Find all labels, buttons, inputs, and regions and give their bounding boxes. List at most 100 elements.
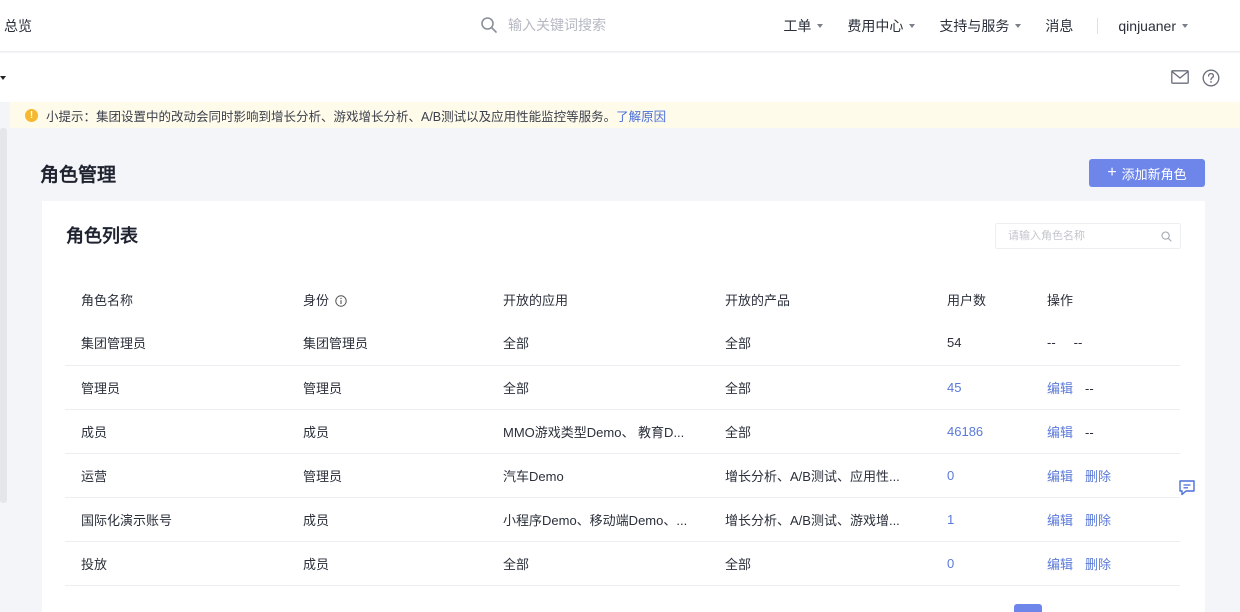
chevron-down-icon: [1182, 24, 1188, 28]
cell-apps: 汽车Demo: [487, 453, 709, 498]
cell-users: 46186: [931, 409, 1031, 454]
table-row: 集团管理员 集团管理员 全部 全部 54 -- --: [65, 321, 1180, 366]
learn-why-link[interactable]: 了解原因: [616, 106, 666, 125]
notice-text: 小提示：集团设置中的改动会同时影响到增长分析、游戏增长分析、A/B测试以及应用性…: [46, 109, 617, 124]
cell-actions: 编辑 删除: [1031, 497, 1180, 542]
user-count-link[interactable]: 0: [947, 556, 954, 571]
cell-apps: 小程序Demo、移动端Demo、...: [487, 497, 709, 542]
user-name: qinjuaner: [1118, 18, 1176, 34]
add-role-button[interactable]: + 添加新角色: [1089, 159, 1205, 187]
action-placeholder: --: [1085, 380, 1094, 396]
mail-icon[interactable]: [1171, 70, 1189, 84]
help-icon[interactable]: [1202, 69, 1220, 87]
role-search-input[interactable]: [1008, 230, 1161, 242]
chevron-down-icon: [909, 24, 916, 28]
user-menu[interactable]: qinjuaner: [1118, 18, 1188, 34]
feedback-icon[interactable]: [1176, 477, 1198, 499]
cell-role-name: 集团管理员: [65, 321, 287, 366]
search-icon[interactable]: [1161, 230, 1172, 242]
nav-messages-label: 消息: [1045, 18, 1074, 34]
chevron-down-icon: [817, 24, 824, 28]
nav-ticket[interactable]: 工单: [783, 16, 824, 36]
search-icon: [481, 17, 497, 33]
cell-actions: 编辑 --: [1031, 409, 1180, 454]
sub-bar: [0, 53, 1240, 102]
header-apps: 开放的应用: [503, 292, 569, 308]
nav-billing-label: 费用中心: [847, 18, 904, 34]
user-count-link[interactable]: 1: [947, 512, 954, 527]
cell-products: 全部: [709, 365, 931, 410]
pagination-current-page[interactable]: [1014, 604, 1042, 612]
user-count-link[interactable]: 0: [947, 468, 954, 483]
user-count-link[interactable]: 45: [947, 380, 961, 395]
header-identity-label: 身份: [303, 292, 330, 308]
cell-identity: 成员: [287, 409, 487, 454]
cell-role-name: 国际化演示账号: [65, 497, 287, 542]
header-identity: 身份: [287, 277, 487, 321]
action-placeholder: --: [1047, 335, 1056, 351]
delete-link[interactable]: 删除: [1085, 469, 1111, 484]
cell-identity: 成员: [287, 541, 487, 586]
cell-products: 全部: [709, 541, 931, 586]
role-table: 角色名称 身份 开放的应用 开放的产品 用户数 操作 集团管理员 集团管理员 全…: [65, 277, 1180, 586]
edit-link[interactable]: 编辑: [1047, 381, 1073, 396]
cell-users: 1: [931, 497, 1031, 542]
action-placeholder: --: [1085, 424, 1094, 440]
header-users: 用户数: [947, 292, 987, 308]
edit-link[interactable]: 编辑: [1047, 557, 1073, 572]
table-row: 成员 成员 MMO游戏类型Demo、 教育D... 全部 46186 编辑 --: [65, 409, 1180, 454]
info-icon[interactable]: [335, 294, 347, 307]
cell-actions: 编辑 --: [1031, 365, 1180, 410]
delete-link[interactable]: 删除: [1085, 513, 1111, 528]
cell-products: 全部: [709, 321, 931, 366]
cell-role-name: 投放: [65, 541, 287, 586]
action-placeholder: --: [1073, 335, 1083, 351]
plus-icon: +: [1107, 164, 1117, 181]
edit-link[interactable]: 编辑: [1047, 513, 1073, 528]
chevron-down-icon: [1015, 24, 1022, 28]
overview-title[interactable]: 总览: [4, 16, 32, 36]
cell-users: 0: [931, 541, 1031, 586]
cell-actions: -- --: [1031, 321, 1180, 366]
cell-apps: MMO游戏类型Demo、 教育D...: [487, 409, 709, 454]
card-title: 角色列表: [66, 226, 138, 246]
notice-banner: ! 小提示：集团设置中的改动会同时影响到增长分析、游戏增长分析、A/B测试以及应…: [10, 102, 1240, 128]
page-title: 角色管理: [40, 165, 117, 186]
nav-support-label: 支持与服务: [939, 18, 1010, 34]
table-row: 运营 管理员 汽车Demo 增长分析、A/B测试、应用性... 0 编辑 删除: [65, 453, 1180, 498]
nav-ticket-label: 工单: [783, 18, 812, 34]
top-nav: 工单 费用中心 支持与服务 消息 qinjuaner: [783, 16, 1240, 36]
table-row: 国际化演示账号 成员 小程序Demo、移动端Demo、... 增长分析、A/B测…: [65, 497, 1180, 542]
nav-messages[interactable]: 消息: [1045, 16, 1073, 36]
scrollbar[interactable]: [0, 128, 7, 503]
role-list-card: 角色列表 角色名称 身份 开放的应用 开放的产品 用户数 操作 集团管理员 集团…: [42, 201, 1205, 612]
cell-identity: 管理员: [287, 365, 487, 410]
header-products: 开放的产品: [725, 292, 791, 308]
edit-link[interactable]: 编辑: [1047, 425, 1073, 440]
global-search[interactable]: [480, 14, 708, 36]
header-role-name: 角色名称: [81, 292, 134, 308]
role-search[interactable]: [995, 223, 1181, 249]
add-role-button-label: 添加新角色: [1121, 166, 1187, 182]
user-count-link[interactable]: 46186: [947, 424, 983, 439]
cell-actions: 编辑 删除: [1031, 453, 1180, 498]
caret-down-icon[interactable]: [0, 76, 6, 80]
cell-identity: 集团管理员: [287, 321, 487, 366]
global-search-input[interactable]: [508, 17, 708, 33]
nav-divider: [1097, 18, 1099, 34]
edit-link[interactable]: 编辑: [1047, 469, 1073, 484]
cell-role-name: 运营: [65, 453, 287, 498]
cell-identity: 成员: [287, 497, 487, 542]
cell-users: 45: [931, 365, 1031, 410]
delete-link[interactable]: 删除: [1085, 557, 1111, 572]
table-row: 投放 成员 全部 全部 0 编辑 删除: [65, 541, 1180, 586]
cell-users: 54: [931, 321, 1031, 366]
cell-identity: 管理员: [287, 453, 487, 498]
cell-products: 增长分析、A/B测试、应用性...: [709, 453, 931, 498]
table-row: 管理员 管理员 全部 全部 45 编辑 --: [65, 365, 1180, 410]
cell-users: 0: [931, 453, 1031, 498]
top-bar: 总览 工单 费用中心 支持与服务 消息 qinjuaner: [0, 0, 1240, 52]
nav-support[interactable]: 支持与服务: [939, 16, 1022, 36]
cell-actions: 编辑 删除: [1031, 541, 1180, 586]
nav-billing[interactable]: 费用中心: [847, 16, 916, 36]
